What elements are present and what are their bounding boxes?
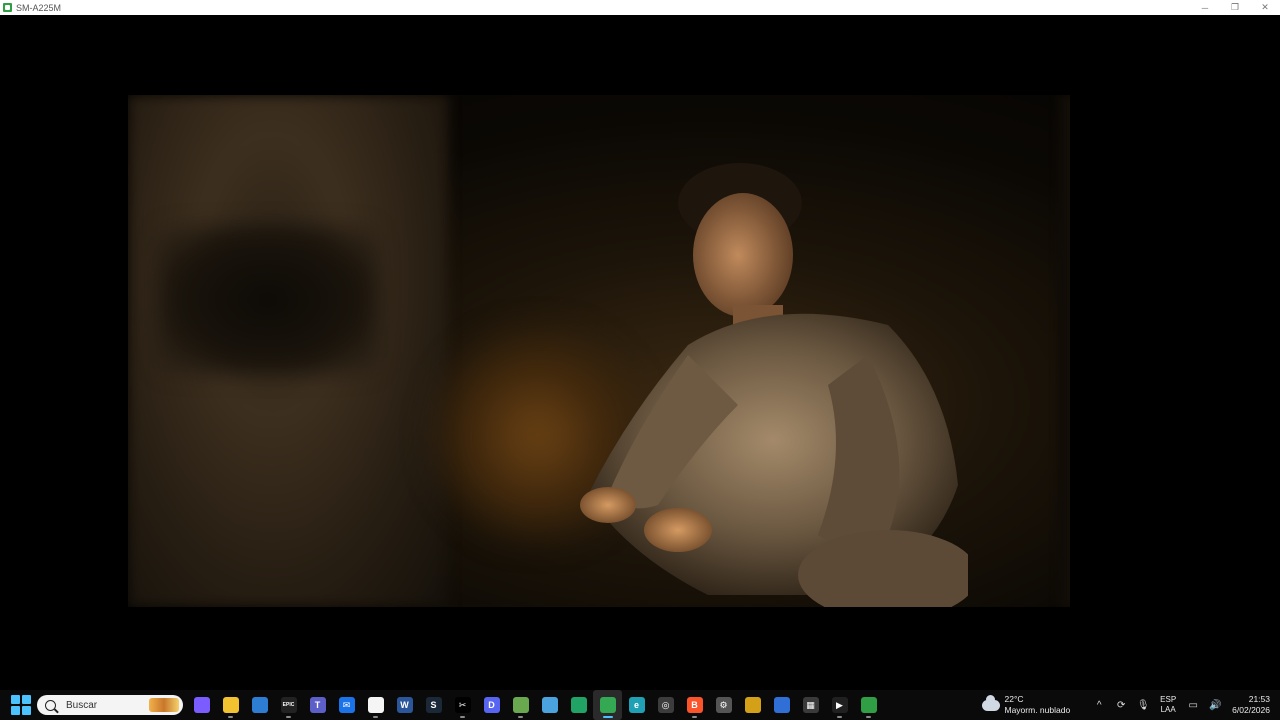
notepad-icon <box>541 697 558 713</box>
word-taskbar-button[interactable]: W <box>390 690 419 720</box>
mirrored-screen[interactable] <box>0 15 1280 690</box>
phone-link-icon <box>570 697 587 713</box>
window-title: SM-A225M <box>16 2 62 13</box>
capcut-icon: ✂ <box>454 697 471 713</box>
media-player-icon: ▶ <box>831 697 848 713</box>
window-titlebar[interactable]: SM-A225M ─ ❐ ✕ <box>0 0 1280 15</box>
calculator-taskbar-button[interactable]: ▦ <box>796 690 825 720</box>
epic-games-icon: EPIC <box>280 697 297 713</box>
edge-taskbar-button[interactable]: e <box>622 690 651 720</box>
copilot-taskbar-button[interactable] <box>187 690 216 720</box>
chrome-beta-icon <box>744 697 761 713</box>
minimize-button[interactable]: ─ <box>1190 0 1220 15</box>
keyboard-layout: LAA <box>1160 705 1176 714</box>
brave-icon: B <box>686 697 703 713</box>
file-explorer-icon <box>222 697 239 713</box>
search-icon <box>45 699 56 711</box>
obs-taskbar-button[interactable]: ◎ <box>651 690 680 720</box>
clock-time: 21:53 <box>1248 694 1270 704</box>
paint-icon <box>773 697 790 713</box>
phone-link-taskbar-button[interactable] <box>564 690 593 720</box>
settings-gear-taskbar-button[interactable]: ⚙ <box>709 690 738 720</box>
weather-temperature: 22°C <box>1004 694 1024 704</box>
paint-taskbar-button[interactable] <box>767 690 796 720</box>
steam-taskbar-button[interactable]: S <box>419 690 448 720</box>
blank-document-icon <box>367 697 384 713</box>
scrcpy-app-icon <box>3 3 12 12</box>
copilot-icon <box>193 697 210 713</box>
game-app-icon <box>512 697 529 713</box>
search-placeholder: Buscar <box>66 699 98 711</box>
restore-button[interactable]: ❐ <box>1220 0 1250 15</box>
display-icon[interactable]: ▭ <box>1182 690 1204 720</box>
media-player-taskbar-button[interactable]: ▶ <box>825 690 854 720</box>
video-frame[interactable] <box>128 95 1070 607</box>
edge-icon: e <box>628 697 645 713</box>
chrome-beta-taskbar-button[interactable] <box>738 690 767 720</box>
blurred-post <box>1058 95 1070 607</box>
calculator-icon: ▦ <box>802 697 819 713</box>
language-indicator[interactable]: ESP LAA <box>1154 695 1182 715</box>
microphone-icon[interactable]: 🎙 <box>1132 690 1154 720</box>
epic-games-taskbar-button[interactable]: EPIC <box>274 690 303 720</box>
blank-document-taskbar-button[interactable] <box>361 690 390 720</box>
weather-widget[interactable]: 22°C Mayorm. nublado <box>981 694 1071 716</box>
mail-icon: ✉ <box>338 697 355 713</box>
obs-icon: ◎ <box>657 697 674 713</box>
discord-taskbar-button[interactable]: D <box>477 690 506 720</box>
settings-gear-icon: ⚙ <box>715 697 732 713</box>
scrcpy-icon <box>860 697 877 713</box>
window-controls: ─ ❐ ✕ <box>1190 0 1280 15</box>
search-highlight-icon <box>149 698 179 712</box>
taskbar-pinned-apps: EPIC T ✉ W S ✂ De ◎ B ⚙ ▦ ▶ <box>187 690 883 720</box>
scrcpy-taskbar-button[interactable] <box>854 690 883 720</box>
system-tray: 22°C Mayorm. nublado ^ ⟳ 🎙 ESP LAA ▭ 🔊 2… <box>981 690 1280 720</box>
chrome-taskbar-button[interactable] <box>593 690 622 720</box>
microsoft-store-icon <box>251 697 268 713</box>
brave-taskbar-button[interactable]: B <box>680 690 709 720</box>
discord-icon: D <box>483 697 500 713</box>
seated-man-figure <box>580 163 968 607</box>
sync-icon[interactable]: ⟳ <box>1110 690 1132 720</box>
teams-icon: T <box>309 697 326 713</box>
teams-taskbar-button[interactable]: T <box>303 690 332 720</box>
notepad-taskbar-button[interactable] <box>535 690 564 720</box>
weather-condition: Mayorm. nublado <box>1004 705 1071 715</box>
file-explorer-taskbar-button[interactable] <box>216 690 245 720</box>
clock-date: 6/02/2026 <box>1232 705 1270 715</box>
volume-icon[interactable]: 🔊 <box>1204 690 1226 720</box>
language-code: ESP <box>1160 695 1177 704</box>
game-app-taskbar-button[interactable] <box>506 690 535 720</box>
windows-logo-icon <box>11 695 20 704</box>
taskbar: Buscar EPIC T ✉ W S ✂ De ◎ B ⚙ ▦ ▶ 22°C Mayorm. nub… <box>0 690 1280 720</box>
clock[interactable]: 21:53 6/02/2026 <box>1232 694 1270 716</box>
capcut-taskbar-button[interactable]: ✂ <box>448 690 477 720</box>
search-box[interactable]: Buscar <box>37 695 183 715</box>
microsoft-store-taskbar-button[interactable] <box>245 690 274 720</box>
cloud-icon <box>981 694 1000 711</box>
start-button[interactable] <box>11 695 31 715</box>
steam-icon: S <box>425 697 442 713</box>
show-hidden-icons-chevron-icon[interactable]: ^ <box>1088 690 1110 720</box>
chrome-icon <box>599 697 616 713</box>
blurred-shadow <box>158 225 378 375</box>
word-icon: W <box>396 697 413 713</box>
mail-taskbar-button[interactable]: ✉ <box>332 690 361 720</box>
close-button[interactable]: ✕ <box>1250 0 1280 15</box>
